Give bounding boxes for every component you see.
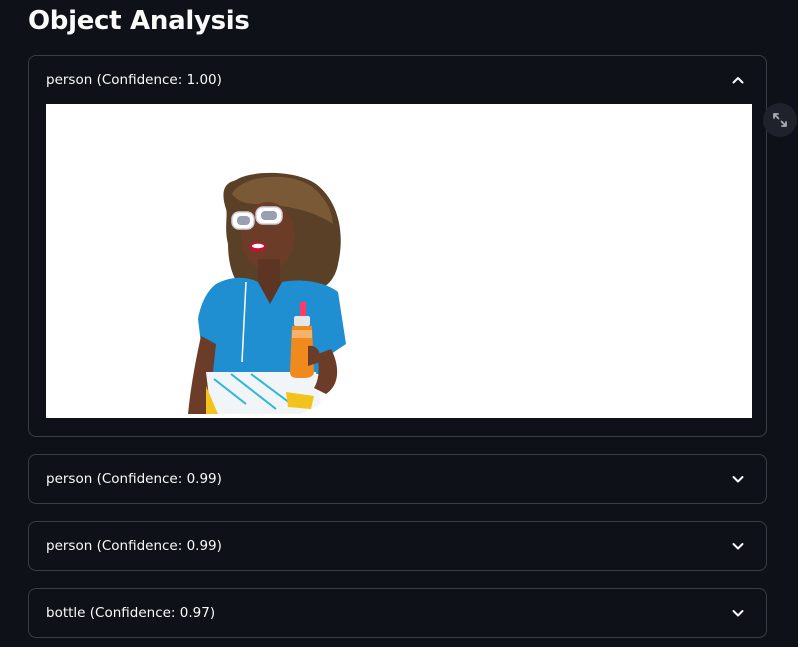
expand-icon [773, 113, 787, 127]
chevron-down-icon[interactable] [730, 471, 746, 487]
expander-body [29, 104, 766, 434]
expander-label: bottle (Confidence: 0.97) [46, 605, 216, 621]
expander-header-person-1[interactable]: person (Confidence: 1.00) [29, 56, 766, 104]
expander-header-person-2[interactable]: person (Confidence: 0.99) [29, 455, 766, 503]
expander-person-1: person (Confidence: 1.00) [28, 55, 767, 437]
chevron-down-icon[interactable] [730, 605, 746, 621]
person-cutout-image [46, 104, 752, 418]
expander-label: person (Confidence: 0.99) [46, 538, 222, 554]
expander-person-2: person (Confidence: 0.99) [28, 454, 767, 504]
chevron-up-icon[interactable] [730, 72, 746, 88]
expander-bottle-1: bottle (Confidence: 0.97) [28, 588, 767, 638]
expander-label: person (Confidence: 1.00) [46, 72, 222, 88]
fullscreen-button[interactable] [763, 103, 797, 137]
expander-header-bottle-1[interactable]: bottle (Confidence: 0.97) [29, 589, 766, 637]
expander-header-person-3[interactable]: person (Confidence: 0.99) [29, 522, 766, 570]
page-title: Object Analysis [28, 6, 250, 36]
expander-label: person (Confidence: 0.99) [46, 471, 222, 487]
detected-object-image [46, 104, 752, 418]
app-page: Object Analysis person (Confidence: 1.00… [0, 0, 798, 647]
expander-person-3: person (Confidence: 0.99) [28, 521, 767, 571]
chevron-down-icon[interactable] [730, 538, 746, 554]
